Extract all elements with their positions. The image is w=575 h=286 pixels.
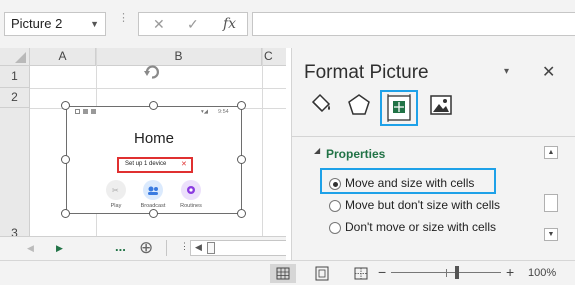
- chevron-down-icon[interactable]: ▼: [90, 13, 99, 35]
- notification-icon: [83, 109, 88, 114]
- zoom-slider-thumb[interactable]: [455, 266, 459, 279]
- phone-home-title: Home: [133, 130, 174, 147]
- signal-icon: ▾◢: [201, 109, 208, 115]
- app-label-broadcast: Broadcast: [140, 203, 166, 209]
- phone-status-bar: ▾◢ 9:54: [73, 108, 235, 118]
- routines-icon: [181, 180, 201, 200]
- zoom-out-button[interactable]: −: [378, 264, 386, 280]
- notification-icon: [91, 109, 96, 114]
- gridline: [30, 88, 286, 89]
- resize-handle[interactable]: [237, 209, 246, 218]
- rotate-handle-icon[interactable]: [142, 62, 162, 82]
- page-layout-view-button[interactable]: [309, 264, 335, 283]
- column-header-b[interactable]: B: [96, 48, 262, 66]
- resize-handle[interactable]: [237, 155, 246, 164]
- close-icon: ✕: [181, 161, 187, 168]
- radio-move-and-size[interactable]: [329, 178, 341, 190]
- pane-vertical-scrollbar[interactable]: ▲ ▼: [544, 146, 558, 242]
- scroll-left-icon[interactable]: ◀: [195, 242, 202, 253]
- app-label-routines: Routines: [180, 203, 202, 209]
- enter-icon[interactable]: ✓: [187, 16, 199, 33]
- row-header-1[interactable]: 1: [0, 66, 30, 88]
- status-bar: − + 100%: [0, 260, 575, 285]
- scrollbar-thumb[interactable]: [207, 242, 215, 254]
- format-picture-pane: Format Picture ▾ ✕ ◢ Properties Move and…: [291, 48, 575, 260]
- radio-dont-move-or-size[interactable]: [329, 222, 341, 234]
- phone-time: 9:54: [218, 109, 229, 115]
- size-properties-tab[interactable]: [380, 90, 418, 126]
- cancel-icon[interactable]: ✕: [153, 16, 165, 33]
- phone-screenshot: ▾◢ 9:54 Home Set up 1 device ✕ ✂ Play Br…: [73, 108, 235, 214]
- row-header-3[interactable]: 3: [0, 108, 30, 236]
- collapse-caret-icon[interactable]: ◢: [314, 146, 320, 155]
- gridline: [262, 48, 263, 236]
- zoom-level[interactable]: 100%: [528, 267, 556, 279]
- row-header-2[interactable]: 2: [0, 88, 30, 108]
- size-properties-icon: [387, 94, 411, 122]
- name-box[interactable]: Picture 2 ▼: [4, 12, 106, 36]
- setup-device-label: Set up 1 device: [125, 161, 167, 167]
- formula-bar: Picture 2 ▼ ⋮ ✕ ✓ fx: [0, 0, 575, 48]
- divider: [166, 240, 167, 256]
- effects-icon[interactable]: [346, 92, 372, 118]
- scroll-tabs-left-icon[interactable]: ◀: [27, 243, 34, 254]
- close-icon[interactable]: ✕: [542, 62, 555, 82]
- divider: [292, 136, 575, 137]
- scroll-tabs-right-icon[interactable]: ▶: [56, 243, 63, 254]
- properties-section-heading[interactable]: Properties: [326, 147, 385, 161]
- resize-handle[interactable]: [61, 101, 70, 110]
- scroll-down-icon[interactable]: ▼: [544, 228, 558, 241]
- drag-grip-icon[interactable]: ⋮: [180, 241, 189, 252]
- insert-function-icon[interactable]: fx: [223, 16, 236, 32]
- scroll-up-icon[interactable]: ▲: [544, 146, 558, 159]
- resize-handle[interactable]: [237, 101, 246, 110]
- resize-handle[interactable]: [61, 209, 70, 218]
- column-header-c[interactable]: C: [262, 48, 286, 66]
- name-box-value: Picture 2: [11, 16, 63, 31]
- add-sheet-icon[interactable]: ⊕: [139, 238, 153, 258]
- zoom-center-mark: [446, 269, 447, 277]
- option-label-move-no-size[interactable]: Move but don't size with cells: [345, 198, 500, 212]
- fill-line-icon[interactable]: [308, 92, 334, 118]
- more-sheets-button[interactable]: ...: [115, 239, 126, 254]
- pane-options-dropdown-icon[interactable]: ▾: [504, 66, 509, 77]
- picture-icon[interactable]: [428, 92, 454, 118]
- scrollbar-thumb[interactable]: [544, 194, 558, 212]
- formula-input[interactable]: [252, 12, 575, 36]
- pane-title: Format Picture: [304, 62, 429, 83]
- setup-device-chip: Set up 1 device ✕: [117, 157, 193, 173]
- option-label-move-and-size[interactable]: Move and size with cells: [345, 176, 474, 190]
- page-break-preview-button[interactable]: [348, 264, 374, 283]
- sheet-tab-bar: ◀ ▶ ... ⊕ ⋮ ◀: [0, 236, 286, 260]
- normal-view-button[interactable]: [270, 264, 296, 283]
- radio-move-no-size[interactable]: [329, 200, 341, 212]
- column-header-a[interactable]: A: [30, 48, 96, 66]
- resize-handle[interactable]: [61, 155, 70, 164]
- select-all-corner[interactable]: [0, 48, 30, 66]
- broadcast-icon: [143, 180, 163, 200]
- app-label-play: Play: [110, 203, 122, 209]
- notification-icon: [75, 109, 80, 114]
- drag-grip-icon[interactable]: ⋮: [118, 13, 129, 32]
- zoom-in-button[interactable]: +: [506, 264, 514, 280]
- formula-buttons: ✕ ✓ fx: [138, 12, 248, 36]
- svg-text:✂: ✂: [112, 186, 119, 195]
- play-icon: ✂: [106, 180, 126, 200]
- horizontal-scrollbar[interactable]: ◀: [190, 240, 286, 256]
- option-label-dont-move-or-size[interactable]: Don't move or size with cells: [345, 220, 496, 234]
